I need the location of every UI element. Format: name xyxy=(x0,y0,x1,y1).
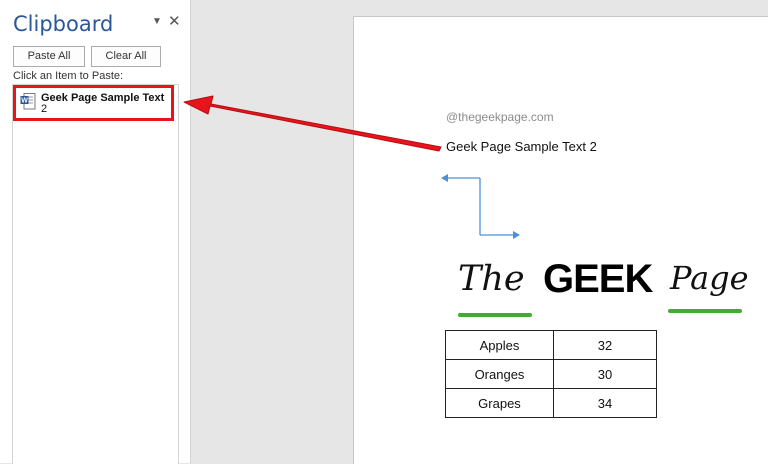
table-cell[interactable]: 32 xyxy=(553,330,657,360)
close-icon[interactable]: ✕ xyxy=(168,12,181,30)
table-cell[interactable]: 34 xyxy=(553,388,657,418)
table-cell[interactable]: Grapes xyxy=(445,388,554,418)
table-cell[interactable]: Oranges xyxy=(445,359,554,389)
clear-all-button[interactable]: Clear All xyxy=(91,46,161,67)
clipboard-item-list: W Geek Page Sample Text 2 xyxy=(12,84,179,464)
table-row: Apples 32 xyxy=(445,330,657,360)
clipboard-item-text: Geek Page Sample Text 2 xyxy=(41,93,171,115)
paste-all-button[interactable]: Paste All xyxy=(13,46,85,67)
clipboard-pane: Clipboard ▼ ✕ Paste All Clear All Click … xyxy=(0,0,191,464)
table-row: Oranges 30 xyxy=(445,359,657,389)
logo-underline-right xyxy=(668,309,742,313)
table-row: Grapes 34 xyxy=(445,388,657,418)
paste-hint-label: Click an Item to Paste: xyxy=(13,70,124,82)
table-cell[interactable]: Apples xyxy=(445,330,554,360)
logo-word-page: Page xyxy=(670,259,749,297)
logo-underline-left xyxy=(458,313,532,317)
fruit-table: Apples 32 Oranges 30 Grapes 34 xyxy=(445,330,657,418)
table-cell[interactable]: 30 xyxy=(553,359,657,389)
logo-word-the: The xyxy=(458,259,525,299)
clipboard-item-line2: 2 xyxy=(41,103,48,115)
svg-text:W: W xyxy=(21,98,28,105)
logo-word-geek: GEEK xyxy=(543,257,653,301)
word-document-icon: W xyxy=(20,93,36,110)
geek-page-logo: The GEEK Page xyxy=(456,255,749,321)
clipboard-item[interactable]: W Geek Page Sample Text 2 xyxy=(13,85,174,121)
pane-title: Clipboard xyxy=(13,12,114,36)
pasted-text[interactable]: Geek Page Sample Text 2 xyxy=(446,139,597,154)
clipboard-item-line1: Geek Page Sample Text xyxy=(41,92,165,104)
workspace-background xyxy=(191,0,353,463)
pane-options-dropdown-icon[interactable]: ▼ xyxy=(152,16,162,27)
watermark-text: @thegeekpage.com xyxy=(446,110,554,124)
